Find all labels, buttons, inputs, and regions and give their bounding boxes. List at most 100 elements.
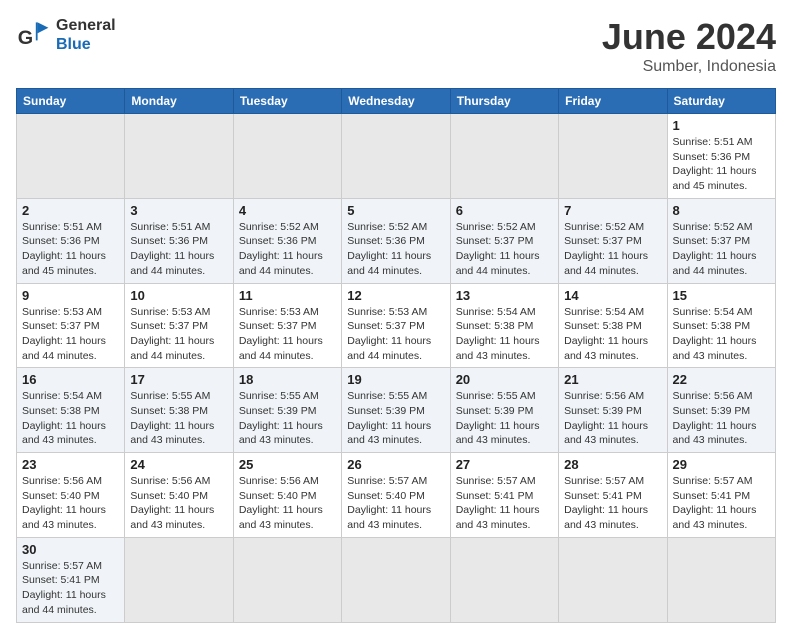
day-number: 25 [239, 457, 336, 472]
day-info: Sunrise: 5:57 AMSunset: 5:41 PMDaylight:… [456, 474, 553, 533]
calendar-cell: 7 Sunrise: 5:52 AMSunset: 5:37 PMDaylight… [559, 198, 667, 283]
day-info: Sunrise: 5:56 AMSunset: 5:40 PMDaylight:… [130, 474, 227, 533]
day-info: Sunrise: 5:52 AMSunset: 5:37 PMDaylight:… [564, 220, 661, 279]
day-info: Sunrise: 5:55 AMSunset: 5:39 PMDaylight:… [347, 389, 444, 448]
day-info: Sunrise: 5:51 AMSunset: 5:36 PMDaylight:… [673, 135, 770, 194]
day-info: Sunrise: 5:51 AMSunset: 5:36 PMDaylight:… [130, 220, 227, 279]
calendar-cell [667, 537, 775, 622]
day-number: 16 [22, 372, 119, 387]
day-number: 15 [673, 288, 770, 303]
calendar-cell: 11 Sunrise: 5:53 AMSunset: 5:37 PMDayligh… [233, 283, 341, 368]
day-info: Sunrise: 5:56 AMSunset: 5:39 PMDaylight:… [673, 389, 770, 448]
day-info: Sunrise: 5:52 AMSunset: 5:36 PMDaylight:… [239, 220, 336, 279]
calendar-cell [342, 114, 450, 199]
calendar-cell: 21 Sunrise: 5:56 AMSunset: 5:39 PMDayligh… [559, 368, 667, 453]
day-info: Sunrise: 5:54 AMSunset: 5:38 PMDaylight:… [564, 305, 661, 364]
day-number: 24 [130, 457, 227, 472]
day-info: Sunrise: 5:52 AMSunset: 5:37 PMDaylight:… [673, 220, 770, 279]
day-number: 6 [456, 203, 553, 218]
calendar-cell [450, 537, 558, 622]
calendar-cell: 10 Sunrise: 5:53 AMSunset: 5:37 PMDayligh… [125, 283, 233, 368]
calendar-table: SundayMondayTuesdayWednesdayThursdayFrid… [16, 88, 776, 623]
calendar-cell [559, 537, 667, 622]
day-number: 3 [130, 203, 227, 218]
day-number: 18 [239, 372, 336, 387]
calendar-cell: 5 Sunrise: 5:52 AMSunset: 5:36 PMDaylight… [342, 198, 450, 283]
day-info: Sunrise: 5:56 AMSunset: 5:39 PMDaylight:… [564, 389, 661, 448]
svg-text:G: G [18, 27, 33, 49]
calendar-cell: 2 Sunrise: 5:51 AMSunset: 5:36 PMDaylight… [17, 198, 125, 283]
month-title: June 2024 [602, 16, 776, 58]
day-number: 13 [456, 288, 553, 303]
calendar-cell: 6 Sunrise: 5:52 AMSunset: 5:37 PMDaylight… [450, 198, 558, 283]
day-number: 29 [673, 457, 770, 472]
day-number: 30 [22, 542, 119, 557]
day-info: Sunrise: 5:52 AMSunset: 5:37 PMDaylight:… [456, 220, 553, 279]
calendar-cell [559, 114, 667, 199]
day-number: 10 [130, 288, 227, 303]
title-area: June 2024 Sumber, Indonesia [602, 16, 776, 76]
day-number: 21 [564, 372, 661, 387]
weekday-header-friday: Friday [559, 89, 667, 114]
day-info: Sunrise: 5:51 AMSunset: 5:36 PMDaylight:… [22, 220, 119, 279]
day-number: 22 [673, 372, 770, 387]
calendar-cell: 14 Sunrise: 5:54 AMSunset: 5:38 PMDayligh… [559, 283, 667, 368]
day-info: Sunrise: 5:55 AMSunset: 5:39 PMDaylight:… [456, 389, 553, 448]
day-number: 14 [564, 288, 661, 303]
calendar-cell: 4Sunrise: 5:52 AMSunset: 5:36 PMDaylight… [233, 198, 341, 283]
day-number: 23 [22, 457, 119, 472]
day-info: Sunrise: 5:53 AMSunset: 5:37 PMDaylight:… [239, 305, 336, 364]
day-info: Sunrise: 5:56 AMSunset: 5:40 PMDaylight:… [239, 474, 336, 533]
day-number: 20 [456, 372, 553, 387]
day-info: Sunrise: 5:57 AMSunset: 5:40 PMDaylight:… [347, 474, 444, 533]
day-info: Sunrise: 5:54 AMSunset: 5:38 PMDaylight:… [22, 389, 119, 448]
day-number: 26 [347, 457, 444, 472]
calendar-cell: 19 Sunrise: 5:55 AMSunset: 5:39 PMDayligh… [342, 368, 450, 453]
calendar-cell: 24 Sunrise: 5:56 AMSunset: 5:40 PMDayligh… [125, 453, 233, 538]
calendar-week-row: 1Sunrise: 5:51 AMSunset: 5:36 PMDaylight… [17, 114, 776, 199]
day-info: Sunrise: 5:57 AMSunset: 5:41 PMDaylight:… [22, 559, 119, 618]
calendar-cell: 12 Sunrise: 5:53 AMSunset: 5:37 PMDayligh… [342, 283, 450, 368]
calendar-cell: 30 Sunrise: 5:57 AMSunset: 5:41 PMDayligh… [17, 537, 125, 622]
calendar-week-row: 30 Sunrise: 5:57 AMSunset: 5:41 PMDayligh… [17, 537, 776, 622]
day-number: 12 [347, 288, 444, 303]
calendar-week-row: 23 Sunrise: 5:56 AMSunset: 5:40 PMDayligh… [17, 453, 776, 538]
day-info: Sunrise: 5:54 AMSunset: 5:38 PMDaylight:… [673, 305, 770, 364]
weekday-header-wednesday: Wednesday [342, 89, 450, 114]
day-number: 27 [456, 457, 553, 472]
calendar-cell [125, 114, 233, 199]
calendar-cell: 16 Sunrise: 5:54 AMSunset: 5:38 PMDayligh… [17, 368, 125, 453]
day-info: Sunrise: 5:52 AMSunset: 5:36 PMDaylight:… [347, 220, 444, 279]
location: Sumber, Indonesia [602, 58, 776, 76]
calendar-cell: 29Sunrise: 5:57 AMSunset: 5:41 PMDayligh… [667, 453, 775, 538]
day-info: Sunrise: 5:57 AMSunset: 5:41 PMDaylight:… [564, 474, 661, 533]
calendar-cell: 26 Sunrise: 5:57 AMSunset: 5:40 PMDayligh… [342, 453, 450, 538]
weekday-header-monday: Monday [125, 89, 233, 114]
day-number: 28 [564, 457, 661, 472]
calendar-week-row: 9 Sunrise: 5:53 AMSunset: 5:37 PMDaylight… [17, 283, 776, 368]
day-number: 5 [347, 203, 444, 218]
day-number: 11 [239, 288, 336, 303]
page-header: G General Blue June 2024 Sumber, Indones… [16, 16, 776, 76]
logo-text: General Blue [56, 16, 116, 54]
calendar-cell: 1Sunrise: 5:51 AMSunset: 5:36 PMDaylight… [667, 114, 775, 199]
day-number: 2 [22, 203, 119, 218]
day-info: Sunrise: 5:54 AMSunset: 5:38 PMDaylight:… [456, 305, 553, 364]
calendar-cell: 3 Sunrise: 5:51 AMSunset: 5:36 PMDaylight… [125, 198, 233, 283]
day-info: Sunrise: 5:53 AMSunset: 5:37 PMDaylight:… [22, 305, 119, 364]
day-number: 8 [673, 203, 770, 218]
weekday-header-sunday: Sunday [17, 89, 125, 114]
day-info: Sunrise: 5:53 AMSunset: 5:37 PMDaylight:… [130, 305, 227, 364]
calendar-cell: 20 Sunrise: 5:55 AMSunset: 5:39 PMDayligh… [450, 368, 558, 453]
day-info: Sunrise: 5:56 AMSunset: 5:40 PMDaylight:… [22, 474, 119, 533]
day-number: 9 [22, 288, 119, 303]
day-info: Sunrise: 5:53 AMSunset: 5:37 PMDaylight:… [347, 305, 444, 364]
calendar-cell [125, 537, 233, 622]
calendar-cell [233, 537, 341, 622]
calendar-cell: 25 Sunrise: 5:56 AMSunset: 5:40 PMDayligh… [233, 453, 341, 538]
calendar-cell: 22 Sunrise: 5:56 AMSunset: 5:39 PMDayligh… [667, 368, 775, 453]
weekday-header-thursday: Thursday [450, 89, 558, 114]
weekday-header-saturday: Saturday [667, 89, 775, 114]
day-number: 19 [347, 372, 444, 387]
day-number: 7 [564, 203, 661, 218]
